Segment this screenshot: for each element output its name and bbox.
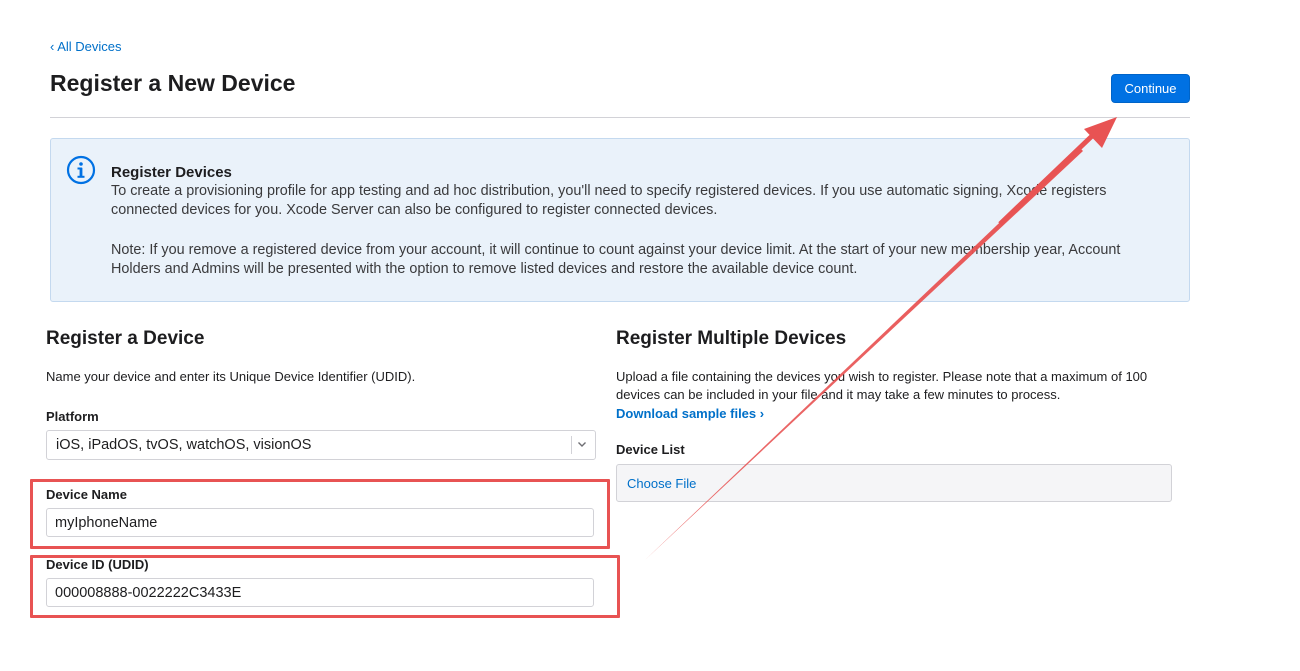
back-link-all-devices[interactable]: ‹ All Devices bbox=[50, 39, 122, 54]
select-divider bbox=[571, 436, 572, 454]
platform-label: Platform bbox=[46, 409, 99, 424]
platform-select[interactable]: iOS, iPadOS, tvOS, watchOS, visionOS bbox=[46, 430, 596, 460]
device-id-label: Device ID (UDID) bbox=[46, 557, 149, 572]
device-list-file-picker[interactable]: Choose File bbox=[616, 464, 1172, 502]
page-title: Register a New Device bbox=[50, 70, 296, 96]
choose-file-button[interactable]: Choose File bbox=[627, 476, 696, 491]
device-name-label: Device Name bbox=[46, 487, 127, 502]
download-sample-files-link[interactable]: Download sample files › bbox=[616, 406, 764, 421]
back-link-label: All Devices bbox=[57, 39, 122, 54]
info-paragraph: To create a provisioning profile for app… bbox=[111, 183, 1107, 218]
chevron-down-icon bbox=[578, 442, 586, 447]
header-divider bbox=[50, 117, 1190, 118]
info-title: Register Devices bbox=[111, 164, 232, 181]
register-multiple-description: Upload a file containing the devices you… bbox=[616, 369, 1148, 402]
device-id-field[interactable] bbox=[46, 578, 594, 607]
device-list-label: Device List bbox=[616, 442, 685, 457]
register-multiple-title: Register Multiple Devices bbox=[616, 328, 847, 349]
continue-button[interactable]: Continue bbox=[1111, 74, 1190, 103]
info-note-paragraph: Note: If you remove a registered device … bbox=[111, 242, 1121, 277]
register-device-title: Register a Device bbox=[46, 328, 205, 349]
register-device-description: Name your device and enter its Unique De… bbox=[46, 369, 416, 384]
device-name-field[interactable] bbox=[46, 508, 594, 537]
info-banner: Register Devices To create a provisionin… bbox=[50, 138, 1190, 302]
platform-select-value: iOS, iPadOS, tvOS, watchOS, visionOS bbox=[56, 437, 312, 453]
info-circle-icon bbox=[66, 155, 96, 185]
